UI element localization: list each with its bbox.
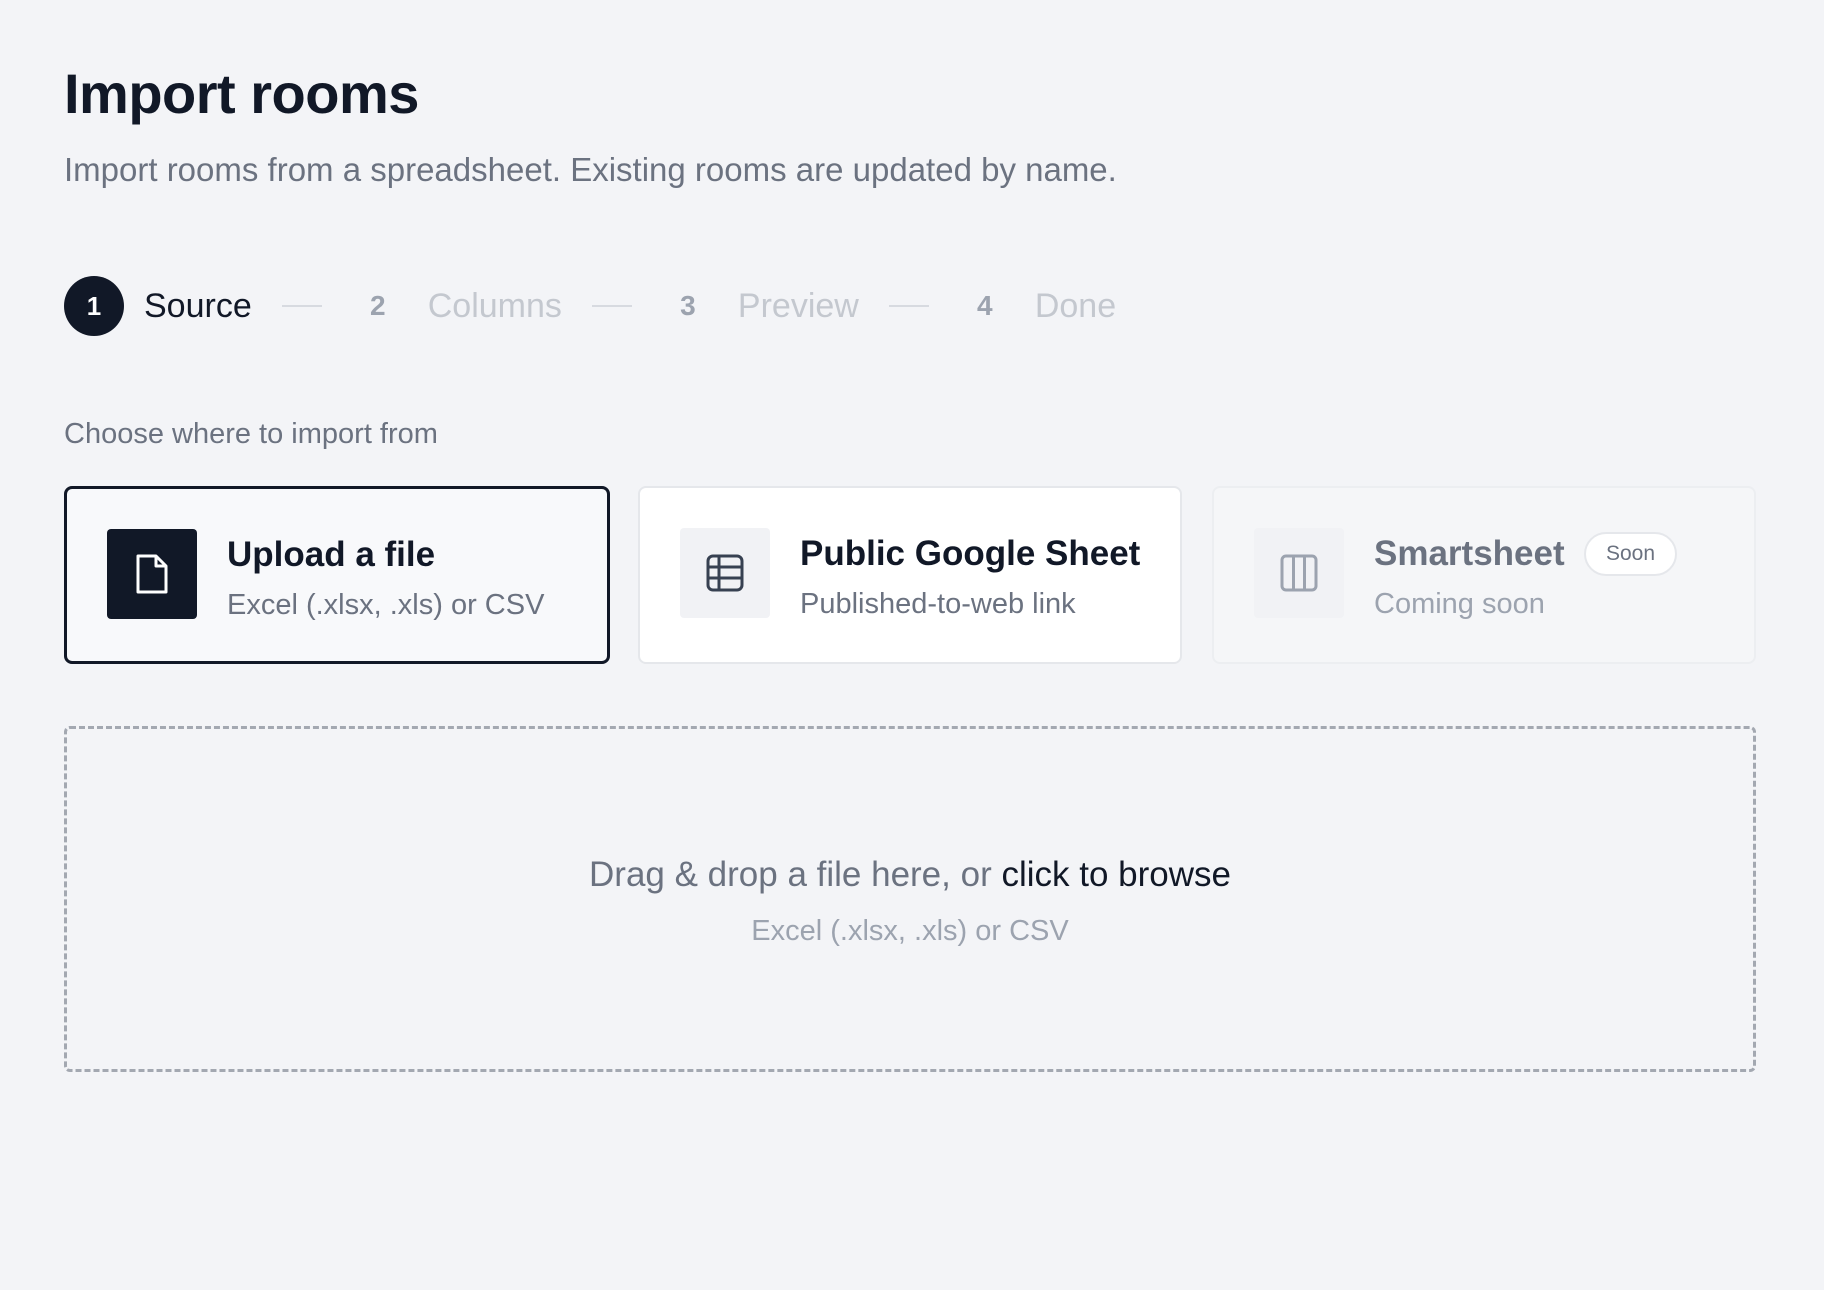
columns-icon [1254,528,1344,618]
option-title: Smartsheet [1374,534,1565,573]
step-divider [591,305,632,307]
option-title: Upload a file [227,535,436,574]
table-icon [680,528,770,618]
file-dropzone[interactable]: Drag & drop a file here, or click to bro… [64,726,1756,1072]
page-title: Import rooms [64,62,419,125]
file-icon [107,529,197,619]
source-option-google-sheet[interactable]: Public Google Sheet Published-to-web lin… [638,486,1182,664]
option-description: Excel (.xlsx, .xls) or CSV [227,589,545,621]
option-description: Coming soon [1374,588,1545,620]
step-source: 1 Source [64,276,252,336]
source-section-label: Choose where to import from [64,418,438,450]
step-label-preview: Preview [737,286,859,325]
option-title: Public Google Sheet [800,534,1141,573]
step-number-4: 4 [977,290,993,321]
browse-link[interactable]: click to browse [1001,855,1231,894]
step-divider [888,305,929,307]
page-subtitle: Import rooms from a spreadsheet. Existin… [64,151,1117,188]
source-option-upload-file[interactable]: Upload a file Excel (.xlsx, .xls) or CSV [64,486,610,664]
stepper: 1 Source 2 Columns 3 Preview 4 Done [64,276,1116,336]
step-divider [281,305,322,307]
step-columns: 2 Columns [348,276,562,336]
step-done: 4 Done [955,276,1116,336]
dropzone-hint: Excel (.xlsx, .xls) or CSV [751,915,1069,947]
soon-badge: Soon [1584,532,1678,576]
step-number-1: 1 [64,276,124,336]
source-option-smartsheet: Smartsheet Soon Coming soon [1212,486,1756,664]
step-label-done: Done [1034,286,1117,325]
option-description: Published-to-web link [800,588,1076,620]
step-preview: 3 Preview [658,276,859,336]
import-rooms-page: Import rooms Import rooms from a spreads… [0,0,1824,1290]
step-label-source: Source [144,286,252,325]
step-number-3: 3 [680,290,696,321]
dropzone-prompt-text: Drag & drop a file here, or [589,855,1002,894]
step-number-2: 2 [369,290,386,321]
step-label-columns: Columns [427,286,562,325]
dropzone-prompt: Drag & drop a file here, or click to bro… [67,855,1753,895]
